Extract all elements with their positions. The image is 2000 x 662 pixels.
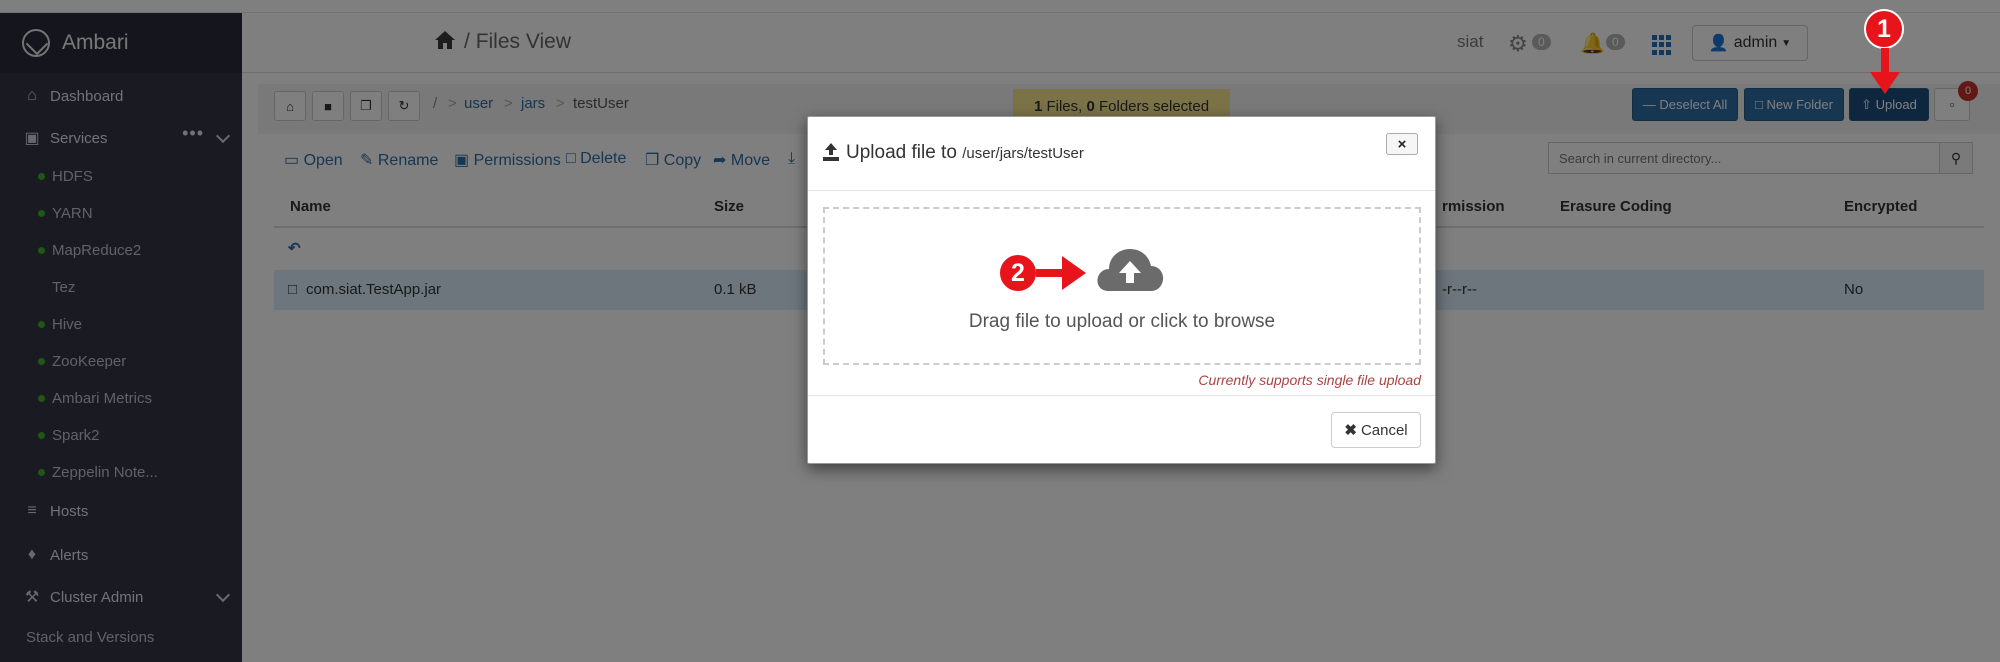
annotation-arrow-right-icon: [1036, 256, 1086, 290]
annotation-step-2: 2: [998, 253, 1038, 293]
annotation-step-1: 1: [1864, 9, 1904, 49]
annotation-arrow-down-icon: [1870, 48, 1900, 94]
single-file-note: Currently supports single file upload: [1198, 372, 1421, 388]
dropzone-text: Drag file to upload or click to browse: [968, 311, 1276, 332]
cancel-button[interactable]: ✖ Cancel: [1331, 412, 1421, 448]
modal-footer: ✖ Cancel: [808, 395, 1435, 465]
close-icon: ✖: [1344, 422, 1357, 439]
modal-title: Upload file to /user/jars/testUser: [846, 142, 1084, 163]
upload-dialog: Upload file to /user/jars/testUser × Dra…: [807, 116, 1436, 464]
close-icon: ×: [1397, 135, 1407, 153]
modal-header: Upload file to /user/jars/testUser ×: [808, 117, 1435, 191]
upload-dropzone[interactable]: Drag file to upload or click to browse: [823, 207, 1421, 365]
upload-icon: [823, 143, 839, 161]
close-button[interactable]: ×: [1386, 133, 1418, 155]
cloud-upload-icon: [1097, 249, 1164, 291]
